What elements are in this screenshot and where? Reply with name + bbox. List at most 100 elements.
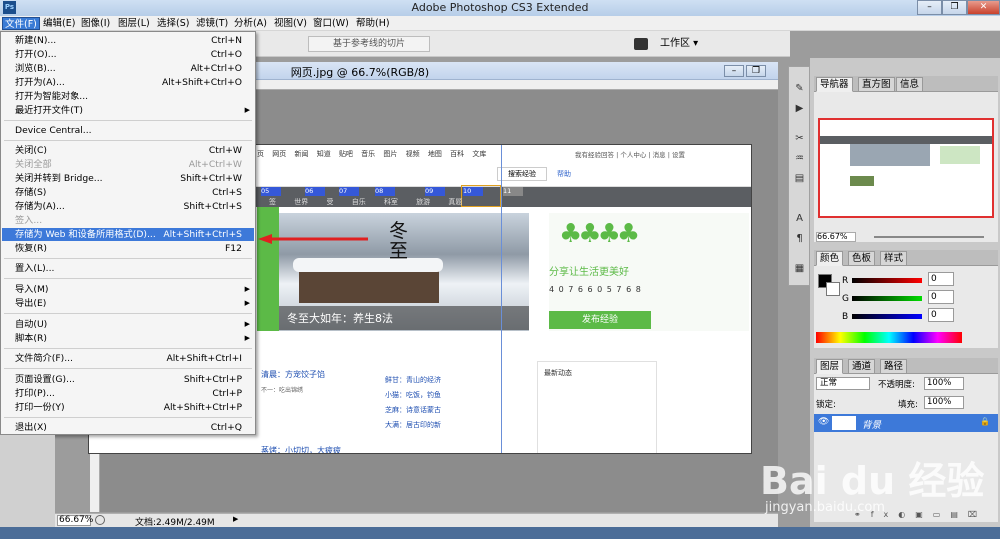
brush-presets-icon[interactable]: ✎ [792, 81, 807, 96]
green-slider[interactable] [852, 296, 922, 301]
menu-item-exit[interactable]: 退出(X) Ctrl+Q [2, 421, 254, 434]
status-icon[interactable] [95, 515, 105, 525]
doc-minimize-button[interactable]: – [724, 65, 744, 77]
preview-banner [850, 144, 930, 166]
slice-label: 09 [425, 187, 445, 196]
tab-navigator[interactable]: 导航器 [816, 77, 853, 92]
menu-item-save[interactable]: 存储(S) Ctrl+S [2, 186, 254, 199]
red-value-field[interactable]: 0 [928, 272, 954, 286]
blend-mode-select[interactable]: 正常 [816, 377, 870, 390]
character-icon[interactable]: A [792, 211, 807, 226]
menu-item-device-central[interactable]: Device Central... [2, 124, 254, 137]
tab-histogram[interactable]: 直方图 [858, 77, 895, 92]
web-list-item: 不一：吃出锦绣 [261, 387, 304, 394]
title-bar: Ps Adobe Photoshop CS3 Extended – ❐ ✕ [0, 0, 1000, 16]
paragraph-icon[interactable]: ¶ [792, 231, 807, 246]
camera-icon[interactable] [634, 38, 648, 50]
tab-channels[interactable]: 通道 [848, 359, 876, 374]
web-list-item: 蒸烤：小切切，大疲疲 [261, 446, 341, 454]
menu-separator [4, 368, 252, 369]
tab-styles[interactable]: 样式 [880, 251, 908, 266]
menu-file[interactable]: 文件(F) [2, 17, 40, 30]
background-color-swatch[interactable] [826, 282, 840, 296]
actions-icon[interactable]: ▶ [792, 101, 807, 116]
menu-item-save-for-web[interactable]: 存储为 Web 和设备所用格式(D)... Alt+Shift+Ctrl+S [2, 228, 254, 241]
menu-item-page-setup[interactable]: 页面设置(G)... Shift+Ctrl+P [2, 373, 254, 386]
menu-view[interactable]: 视图(V) [272, 17, 309, 30]
menu-item-close-bridge[interactable]: 关闭并转到 Bridge... Shift+Ctrl+W [2, 172, 254, 185]
slices-from-guides-button[interactable]: 基于参考线的切片 [308, 36, 430, 52]
guide-line[interactable] [501, 145, 502, 453]
menu-window[interactable]: 窗口(W) [311, 17, 351, 30]
slice-label: 06 [305, 187, 325, 196]
menu-item-place[interactable]: 置入(L)... [2, 262, 254, 275]
tab-layers[interactable]: 图层 [816, 359, 844, 374]
notes-icon[interactable]: ▦ [792, 261, 807, 276]
tool-presets-icon[interactable]: ✂ [792, 131, 807, 146]
menu-item-print-one[interactable]: 打印一份(Y) Alt+Shift+Ctrl+P [2, 401, 254, 414]
menu-item-revert[interactable]: 恢复(R) F12 [2, 242, 254, 255]
menu-item-check-in: 签入... [15, 215, 43, 226]
navigator-zoom-field[interactable]: 66.67% [816, 232, 856, 242]
menu-item-save-as[interactable]: 存储为(A)... Shift+Ctrl+S [2, 200, 254, 213]
menu-item-open-as[interactable]: 打开为(A)... Alt+Shift+Ctrl+O [2, 76, 254, 89]
submenu-arrow-icon: ▶ [244, 299, 250, 307]
menu-help[interactable]: 帮助(H) [354, 17, 392, 30]
menu-item-scripts[interactable]: 脚本(R) ▶ [2, 332, 254, 345]
menu-bar: 文件(F) 编辑(E) 图像(I) 图层(L) 选择(S) 滤镜(T) 分析(A… [0, 16, 1000, 31]
menu-item-close-all: 关闭全部 Alt+Ctrl+W [15, 159, 242, 170]
doc-restore-button[interactable]: ❐ [746, 65, 766, 77]
layer-row-background[interactable]: 👁 背景 🔒 [814, 414, 998, 432]
layer-comps-icon[interactable]: ▤ [792, 171, 807, 186]
menu-select[interactable]: 选择(S) [155, 17, 191, 30]
tab-swatches[interactable]: 色板 [848, 251, 876, 266]
menu-edit[interactable]: 编辑(E) [41, 17, 77, 30]
color-panel: R 0 G 0 B 0 [814, 266, 998, 348]
fill-field[interactable]: 100% [924, 396, 964, 409]
layer-name[interactable]: 背景 [862, 417, 881, 431]
close-button[interactable]: ✕ [967, 0, 1000, 15]
menu-image[interactable]: 图像(I) [79, 17, 112, 30]
menu-item-automate[interactable]: 自动(U) ▶ [2, 318, 254, 331]
menu-analysis[interactable]: 分析(A) [232, 17, 269, 30]
restore-button[interactable]: ❐ [942, 0, 967, 15]
red-slider[interactable] [852, 278, 922, 283]
fill-label: 填充: [898, 400, 918, 410]
workspace-button[interactable]: 工作区 ▾ [660, 35, 732, 53]
menu-item-recent[interactable]: 最近打开文件(T) ▶ [2, 104, 254, 117]
slice-label: 08 [375, 187, 395, 196]
green-value-field[interactable]: 0 [928, 290, 954, 304]
minimize-button[interactable]: – [917, 0, 942, 15]
tab-paths[interactable]: 路径 [880, 359, 908, 374]
menu-filter[interactable]: 滤镜(T) [194, 17, 230, 30]
menu-item-open[interactable]: 打开(O)... Ctrl+O [2, 48, 254, 61]
tab-info[interactable]: 信息 [896, 77, 924, 92]
navigator-zoom-slider[interactable] [874, 236, 984, 238]
menu-layer[interactable]: 图层(L) [116, 17, 152, 30]
slice-label: 05 [261, 187, 281, 196]
color-spectrum[interactable] [816, 332, 962, 343]
selected-slice[interactable] [461, 185, 501, 207]
status-menu-arrow-icon[interactable]: ▶ [233, 515, 238, 523]
blue-slider[interactable] [852, 314, 922, 319]
clone-source-icon[interactable]: ♒ [792, 151, 807, 166]
menu-item-open-smart[interactable]: 打开为智能对象... [2, 90, 254, 103]
blue-value-field[interactable]: 0 [928, 308, 954, 322]
lock-icon: 🔒 [980, 417, 990, 426]
opacity-label: 不透明度: [878, 380, 915, 390]
menu-item-print[interactable]: 打印(P)... Ctrl+P [2, 387, 254, 400]
web-mid-list: 鲜甘：青山的经济 小猫：吃饭，钓鱼 芝麻：诗意话蒙古 大满：居古印的新 [385, 376, 441, 429]
menu-item-new[interactable]: 新建(N)... Ctrl+N [2, 34, 254, 47]
menu-item-export[interactable]: 导出(E) ▶ [2, 297, 254, 310]
layers-tabs: 图层 通道 路径 [814, 358, 998, 374]
eye-icon[interactable]: 👁 [818, 417, 829, 427]
navigator-preview[interactable] [818, 118, 994, 218]
zoom-field[interactable]: 66.67% [57, 515, 93, 526]
menu-item-file-info[interactable]: 文件简介(F)... Alt+Shift+Ctrl+I [2, 352, 254, 365]
menu-item-import[interactable]: 导入(M) ▶ [2, 283, 254, 296]
tab-color[interactable]: 颜色 [816, 251, 844, 266]
menu-item-browse[interactable]: 浏览(B)... Alt+Ctrl+O [2, 62, 254, 75]
opacity-field[interactable]: 100% [924, 377, 964, 390]
menu-item-close[interactable]: 关闭(C) Ctrl+W [2, 144, 254, 157]
watermark-brand: Bai du 经验 [760, 459, 985, 503]
